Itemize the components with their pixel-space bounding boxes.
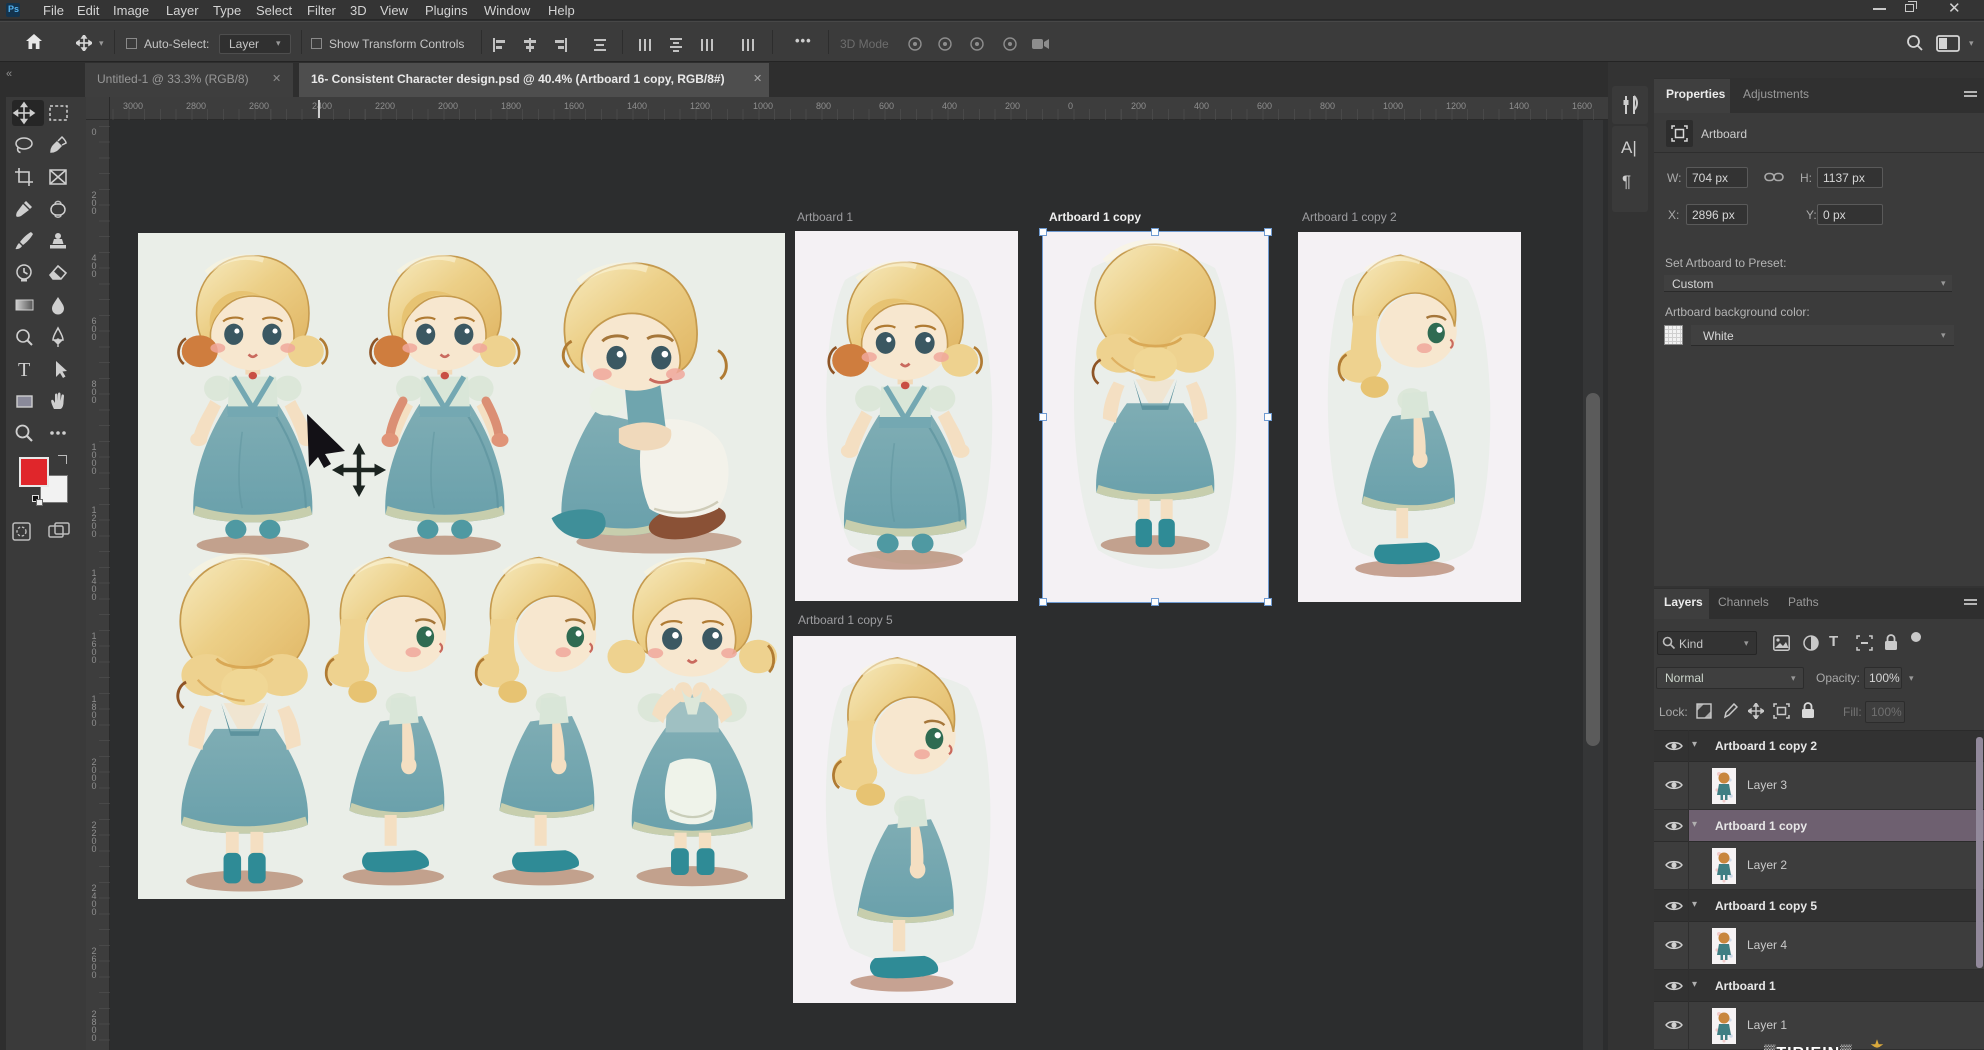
svg-text:T: T xyxy=(18,359,30,381)
